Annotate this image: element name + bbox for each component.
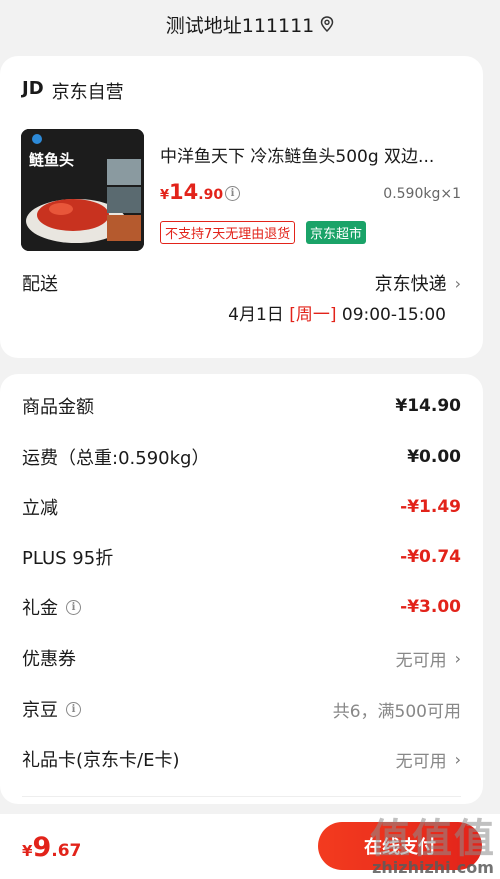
- chevron-right-icon: ›: [454, 648, 461, 668]
- delivery-time[interactable]: 4月1日 [周一] 09:00-15:00: [228, 300, 446, 325]
- summary-plus-discount: PLUS 95折 -¥0.74: [22, 547, 461, 569]
- price-info-icon[interactable]: i: [225, 186, 240, 201]
- delivery-method[interactable]: 京东快递 ›: [375, 270, 461, 296]
- shop-name: 京东自营: [51, 82, 124, 103]
- summary-gift-card[interactable]: 礼品卡(京东卡/E卡) 无可用 ›: [22, 744, 461, 774]
- product-title[interactable]: 中洋鱼天下 冷冻鲢鱼头500g 双边...: [160, 142, 460, 167]
- address-bar[interactable]: 测试地址111111: [0, 0, 500, 48]
- order-item-card: JD 京东自营 鲢鱼头 中洋鱼天下 冷冻鲢鱼头500g 双边... ¥ 14 .…: [0, 56, 483, 358]
- watermark: 值值值 zhizhizhi.com: [370, 816, 496, 877]
- chevron-right-icon: ›: [454, 749, 461, 769]
- jd-supermarket-tag: 京东超市: [306, 221, 367, 244]
- summary-shipping: 运费（总重:0.590kg） ¥0.00: [22, 447, 461, 469]
- jd-logo: JD: [22, 78, 44, 99]
- jingdou-info-icon[interactable]: i: [66, 701, 81, 717]
- price-summary-card: 商品金额 ¥14.90 运费（总重:0.590kg） ¥0.00 立减 -¥1.…: [0, 374, 483, 804]
- checkout-bar: ¥ 9 .67 在线支付 值值值 zhizhizhi.com: [0, 814, 500, 879]
- gift-money-info-icon[interactable]: i: [66, 599, 81, 615]
- chevron-right-icon: ›: [454, 273, 461, 293]
- summary-gift-money: 礼金 i -¥3.00: [22, 597, 461, 619]
- shop-header[interactable]: JD 京东自营: [22, 78, 124, 104]
- summary-coupon[interactable]: 优惠券 无可用 ›: [22, 643, 461, 673]
- summary-discount: 立减 -¥1.49: [22, 497, 461, 519]
- address-text: 测试地址111111: [165, 14, 315, 37]
- summary-goods-amount: 商品金额 ¥14.90: [22, 396, 461, 418]
- delivery-label: 配送: [22, 274, 58, 295]
- product-price: ¥ 14 .90: [160, 180, 224, 204]
- product-image-label: 鲢鱼头: [29, 151, 75, 169]
- location-pin-icon: [320, 16, 334, 32]
- product-image[interactable]: 鲢鱼头: [21, 129, 144, 251]
- total-price: ¥ 9 .67: [22, 832, 82, 863]
- product-quantity: 0.590kg×1: [383, 186, 461, 202]
- divider: [22, 796, 461, 797]
- summary-jingdou: 京豆 i 共6，满500可用: [22, 700, 461, 722]
- no-return-tag: 不支持7天无理由退货: [160, 221, 296, 244]
